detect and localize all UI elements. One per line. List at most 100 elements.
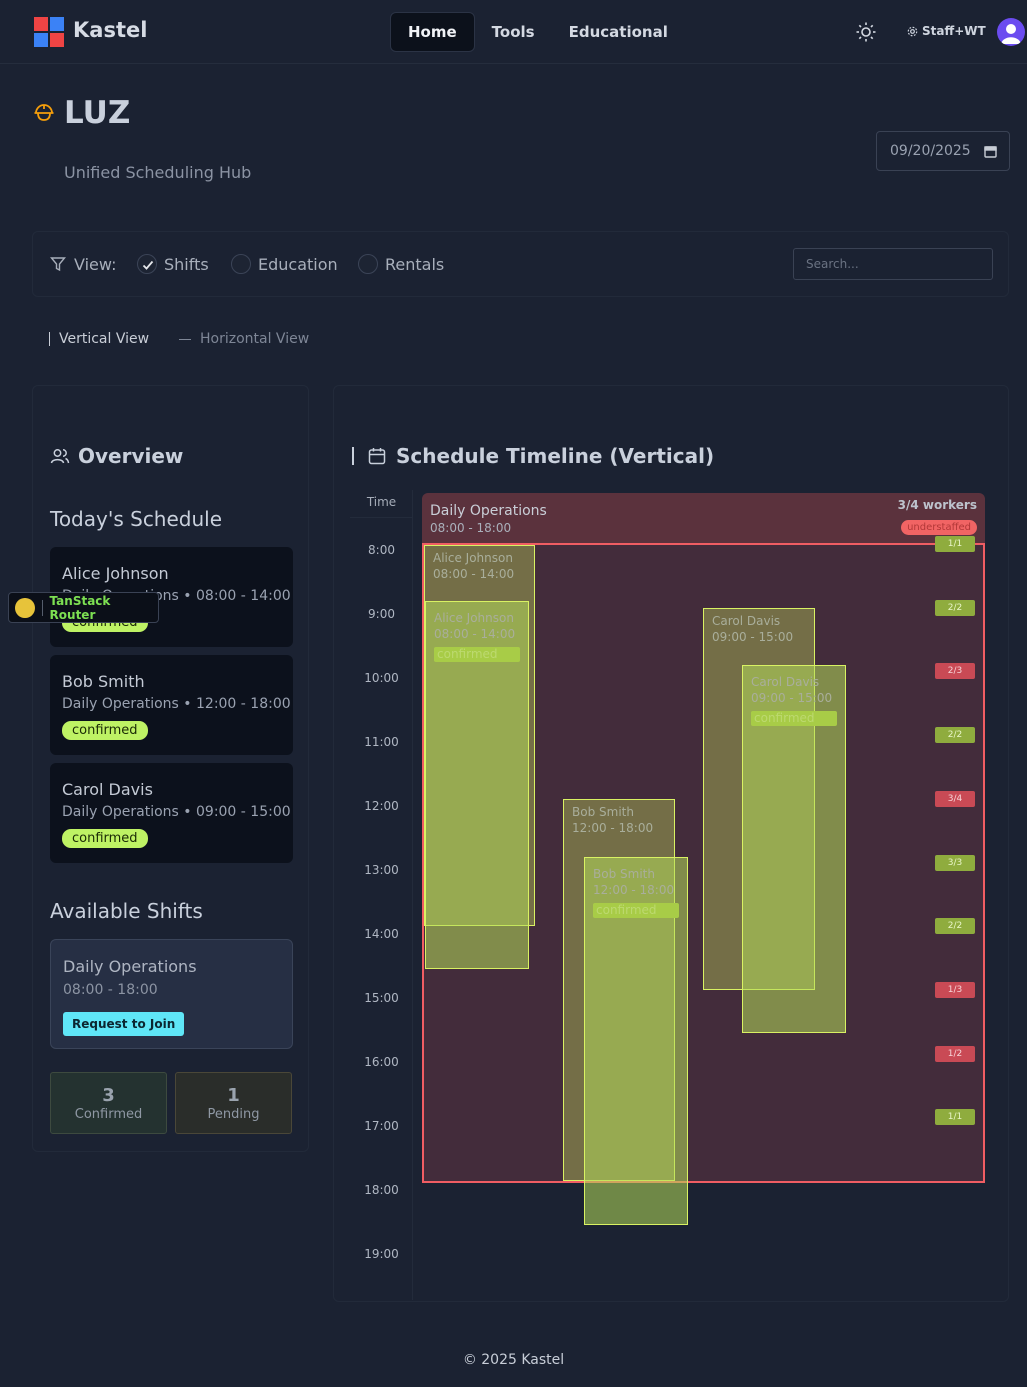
tanstack-logo-icon bbox=[15, 597, 35, 618]
vertical-view-label: Vertical View bbox=[59, 331, 150, 347]
tanstack-router-devtools-button[interactable]: TanStack Router bbox=[8, 592, 159, 623]
header-bar-icon bbox=[352, 447, 354, 465]
time-label: 15:00 bbox=[364, 991, 399, 1005]
event-header[interactable]: Daily Operations 08:00 - 18:00 3/4 worke… bbox=[422, 493, 985, 544]
time-label: 19:00 bbox=[364, 1247, 399, 1261]
request-to-join-button[interactable]: Request to Join bbox=[63, 1012, 185, 1036]
pending-count: 1 bbox=[227, 1085, 240, 1106]
kastel-logo-icon[interactable] bbox=[34, 17, 64, 47]
assignment-block[interactable]: Carol Davis 09:00 - 15:00 confirmed bbox=[742, 665, 846, 1033]
schedule-name: Carol Davis bbox=[62, 780, 153, 799]
schedule-name: Alice Johnson bbox=[62, 564, 169, 583]
assignment-block[interactable]: Bob Smith 12:00 - 18:00 confirmed bbox=[584, 857, 688, 1225]
event-time: 08:00 - 18:00 bbox=[430, 521, 512, 535]
pending-label: Pending bbox=[207, 1107, 260, 1122]
assignment-name: Bob Smith bbox=[593, 867, 655, 881]
hour-coverage-badge: 1/1 bbox=[935, 536, 975, 552]
time-label: 10:00 bbox=[364, 671, 399, 685]
time-label: 9:00 bbox=[368, 607, 395, 621]
divider bbox=[41, 599, 43, 616]
time-label: 16:00 bbox=[364, 1055, 399, 1069]
assignment-status: confirmed bbox=[593, 903, 679, 918]
education-label[interactable]: Education bbox=[258, 255, 338, 274]
assignment-block[interactable]: Alice Johnson 08:00 - 14:00 confirmed bbox=[425, 601, 529, 969]
staff-role-button[interactable]: Staff+WT bbox=[907, 24, 986, 38]
shifts-checkbox[interactable] bbox=[137, 254, 157, 274]
timeline-title: Schedule Timeline (Vertical) bbox=[396, 444, 715, 468]
time-label: 14:00 bbox=[364, 927, 399, 941]
time-column: Time 8:00 9:00 10:00 11:00 12:00 13:00 14:00 15… bbox=[350, 490, 413, 1300]
rentals-checkbox[interactable] bbox=[358, 254, 378, 274]
user-icon bbox=[1001, 24, 1021, 44]
time-label: 12:00 bbox=[364, 799, 399, 813]
time-label: 11:00 bbox=[364, 735, 399, 749]
schedule-detail: Daily Operations • 09:00 - 15:00 bbox=[62, 804, 291, 820]
assignment-name: Carol Davis bbox=[712, 614, 781, 628]
gear-icon bbox=[907, 26, 918, 36]
shifts-label[interactable]: Shifts bbox=[164, 255, 209, 274]
sun-icon[interactable] bbox=[855, 21, 877, 43]
time-label: 13:00 bbox=[364, 863, 399, 877]
timeline-header: Schedule Timeline (Vertical) bbox=[352, 444, 714, 468]
schedule-detail: Daily Operations • 12:00 - 18:00 bbox=[62, 696, 291, 712]
vertical-view-toggle[interactable]: Vertical View bbox=[49, 331, 149, 347]
nav-home[interactable]: Home bbox=[390, 12, 475, 52]
view-label: View: bbox=[74, 255, 117, 274]
check-icon bbox=[142, 260, 154, 270]
assignment-time: 09:00 - 15:00 bbox=[751, 691, 833, 705]
brand-name[interactable]: Kastel bbox=[73, 18, 147, 42]
understaffed-badge: understaffed bbox=[901, 520, 977, 535]
assignment-time: 08:00 - 14:00 bbox=[433, 567, 515, 581]
page-subtitle: Unified Scheduling Hub bbox=[64, 163, 252, 182]
assignment-time: 12:00 - 18:00 bbox=[572, 821, 654, 835]
confirmed-count: 3 bbox=[102, 1085, 115, 1106]
hour-coverage-badge: 3/4 bbox=[935, 790, 975, 807]
user-avatar[interactable] bbox=[997, 18, 1025, 46]
date-picker[interactable]: 09/20/2025 bbox=[876, 131, 1010, 171]
schedule-card[interactable]: Bob Smith Daily Operations • 12:00 - 18:… bbox=[50, 655, 293, 755]
time-label: 18:00 bbox=[364, 1183, 399, 1197]
top-navbar: Kastel Home Tools Educational Staff+WT bbox=[0, 0, 1027, 64]
pending-stat: 1 Pending bbox=[175, 1072, 292, 1134]
horizontal-view-label: Horizontal View bbox=[200, 331, 310, 347]
assignment-name: Alice Johnson bbox=[434, 611, 514, 625]
assignment-time: 12:00 - 18:00 bbox=[593, 883, 675, 897]
search-input[interactable]: Search... bbox=[793, 248, 993, 280]
status-badge: confirmed bbox=[62, 721, 148, 740]
nav-tools[interactable]: Tools bbox=[475, 12, 552, 52]
todays-schedule-title: Today's Schedule bbox=[50, 507, 223, 531]
users-icon bbox=[50, 449, 70, 464]
assignment-name: Alice Johnson bbox=[433, 551, 513, 565]
time-label: 17:00 bbox=[364, 1119, 399, 1133]
nav-educational[interactable]: Educational bbox=[552, 12, 685, 52]
confirmed-label: Confirmed bbox=[74, 1107, 143, 1122]
luz-helmet-icon bbox=[34, 104, 54, 121]
available-shift-card: Daily Operations 08:00 - 18:00 Request t… bbox=[50, 939, 293, 1049]
event-name: Daily Operations bbox=[430, 503, 547, 519]
main-nav: Home Tools Educational bbox=[390, 12, 685, 52]
horizontal-view-toggle[interactable]: Horizontal View bbox=[179, 331, 309, 347]
calendar-icon bbox=[368, 448, 386, 465]
schedule-card[interactable]: Carol Davis Daily Operations • 09:00 - 1… bbox=[50, 763, 293, 863]
staff-role-label: Staff+WT bbox=[922, 24, 986, 38]
hour-coverage-badge: 2/3 bbox=[935, 663, 975, 680]
overview-header: Overview bbox=[50, 444, 183, 468]
date-value: 09/20/2025 bbox=[890, 143, 971, 159]
status-badge: confirmed bbox=[62, 829, 148, 848]
calendar-icon[interactable] bbox=[984, 145, 997, 158]
assignment-time: 08:00 - 14:00 bbox=[434, 627, 516, 641]
hour-coverage-badge: 1/1 bbox=[935, 1109, 975, 1126]
event-workers: 3/4 workers bbox=[897, 498, 977, 512]
available-shift-time: 08:00 - 18:00 bbox=[63, 982, 158, 998]
filter-bar: View: Shifts Education Rentals Search... bbox=[32, 231, 1009, 297]
rentals-label[interactable]: Rentals bbox=[385, 255, 444, 274]
education-checkbox[interactable] bbox=[231, 254, 251, 274]
assignment-status: confirmed bbox=[751, 711, 837, 726]
filter-icon bbox=[50, 257, 66, 272]
page-title: LUZ bbox=[64, 95, 131, 131]
available-shift-name: Daily Operations bbox=[63, 957, 197, 976]
time-label: 8:00 bbox=[368, 543, 395, 557]
overview-title: Overview bbox=[78, 444, 184, 468]
footer-copyright: © 2025 Kastel bbox=[462, 1352, 565, 1368]
overview-panel: Overview Today's Schedule Alice Johnson … bbox=[32, 385, 309, 1152]
